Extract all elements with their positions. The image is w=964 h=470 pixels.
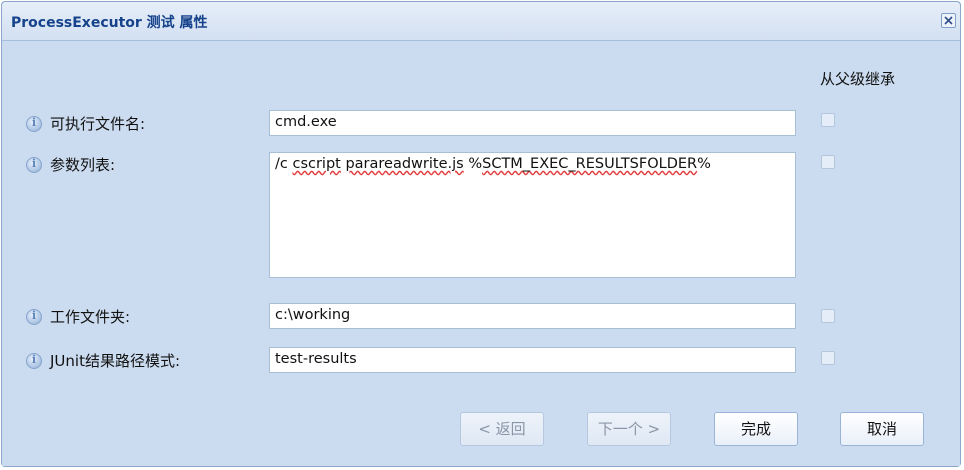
- working-folder-label-row: 工作文件夹:: [26, 306, 130, 327]
- properties-dialog: ProcessExecutor 测试 属性 从父级继承 可执行文件名: cmd.…: [1, 1, 961, 467]
- arguments-label: 参数列表:: [50, 156, 116, 174]
- inherit-column-header: 从父级继承: [820, 70, 896, 88]
- arguments-inherit-checkbox[interactable]: [821, 155, 835, 169]
- cancel-button[interactable]: 取消: [840, 412, 924, 446]
- dialog-title: ProcessExecutor 测试 属性: [11, 15, 208, 31]
- close-button[interactable]: [941, 13, 956, 28]
- working-folder-field[interactable]: c:\working: [269, 303, 796, 329]
- next-button[interactable]: 下一个 >: [587, 412, 671, 446]
- info-icon: [26, 308, 42, 325]
- info-icon: [26, 352, 42, 369]
- dialog-titlebar: ProcessExecutor 测试 属性: [2, 2, 960, 41]
- executable-inherit-checkbox[interactable]: [821, 113, 835, 127]
- junit-pattern-label: JUnit结果路径模式:: [50, 352, 181, 370]
- spellcheck-word: SCTM_EXEC_RESULTSFOLDER: [482, 156, 698, 172]
- spellcheck-word: cscript: [292, 156, 341, 172]
- executable-field[interactable]: cmd.exe: [269, 110, 796, 136]
- info-icon: [26, 156, 42, 173]
- finish-button[interactable]: 完成: [714, 412, 798, 446]
- close-icon: [944, 16, 953, 25]
- working-folder-inherit-checkbox[interactable]: [821, 309, 835, 323]
- back-button[interactable]: < 返回: [460, 412, 544, 446]
- working-folder-label: 工作文件夹:: [50, 308, 131, 326]
- info-icon: [26, 115, 42, 132]
- spellcheck-word: parareadwrite.js: [345, 156, 464, 172]
- arguments-label-row: 参数列表:: [26, 154, 115, 175]
- junit-pattern-inherit-checkbox[interactable]: [821, 351, 835, 365]
- dialog-content: 从父级继承 可执行文件名: cmd.exe 参数列表: /c cscript p…: [2, 41, 960, 466]
- arguments-text: /c cscript parareadwrite.js %SCTM_EXEC_R…: [275, 156, 711, 172]
- junit-pattern-field[interactable]: test-results: [269, 347, 796, 373]
- arguments-textarea[interactable]: /c cscript parareadwrite.js %SCTM_EXEC_R…: [269, 152, 796, 278]
- junit-pattern-label-row: JUnit结果路径模式:: [26, 350, 180, 371]
- executable-label: 可执行文件名:: [50, 115, 146, 133]
- executable-label-row: 可执行文件名:: [26, 113, 145, 134]
